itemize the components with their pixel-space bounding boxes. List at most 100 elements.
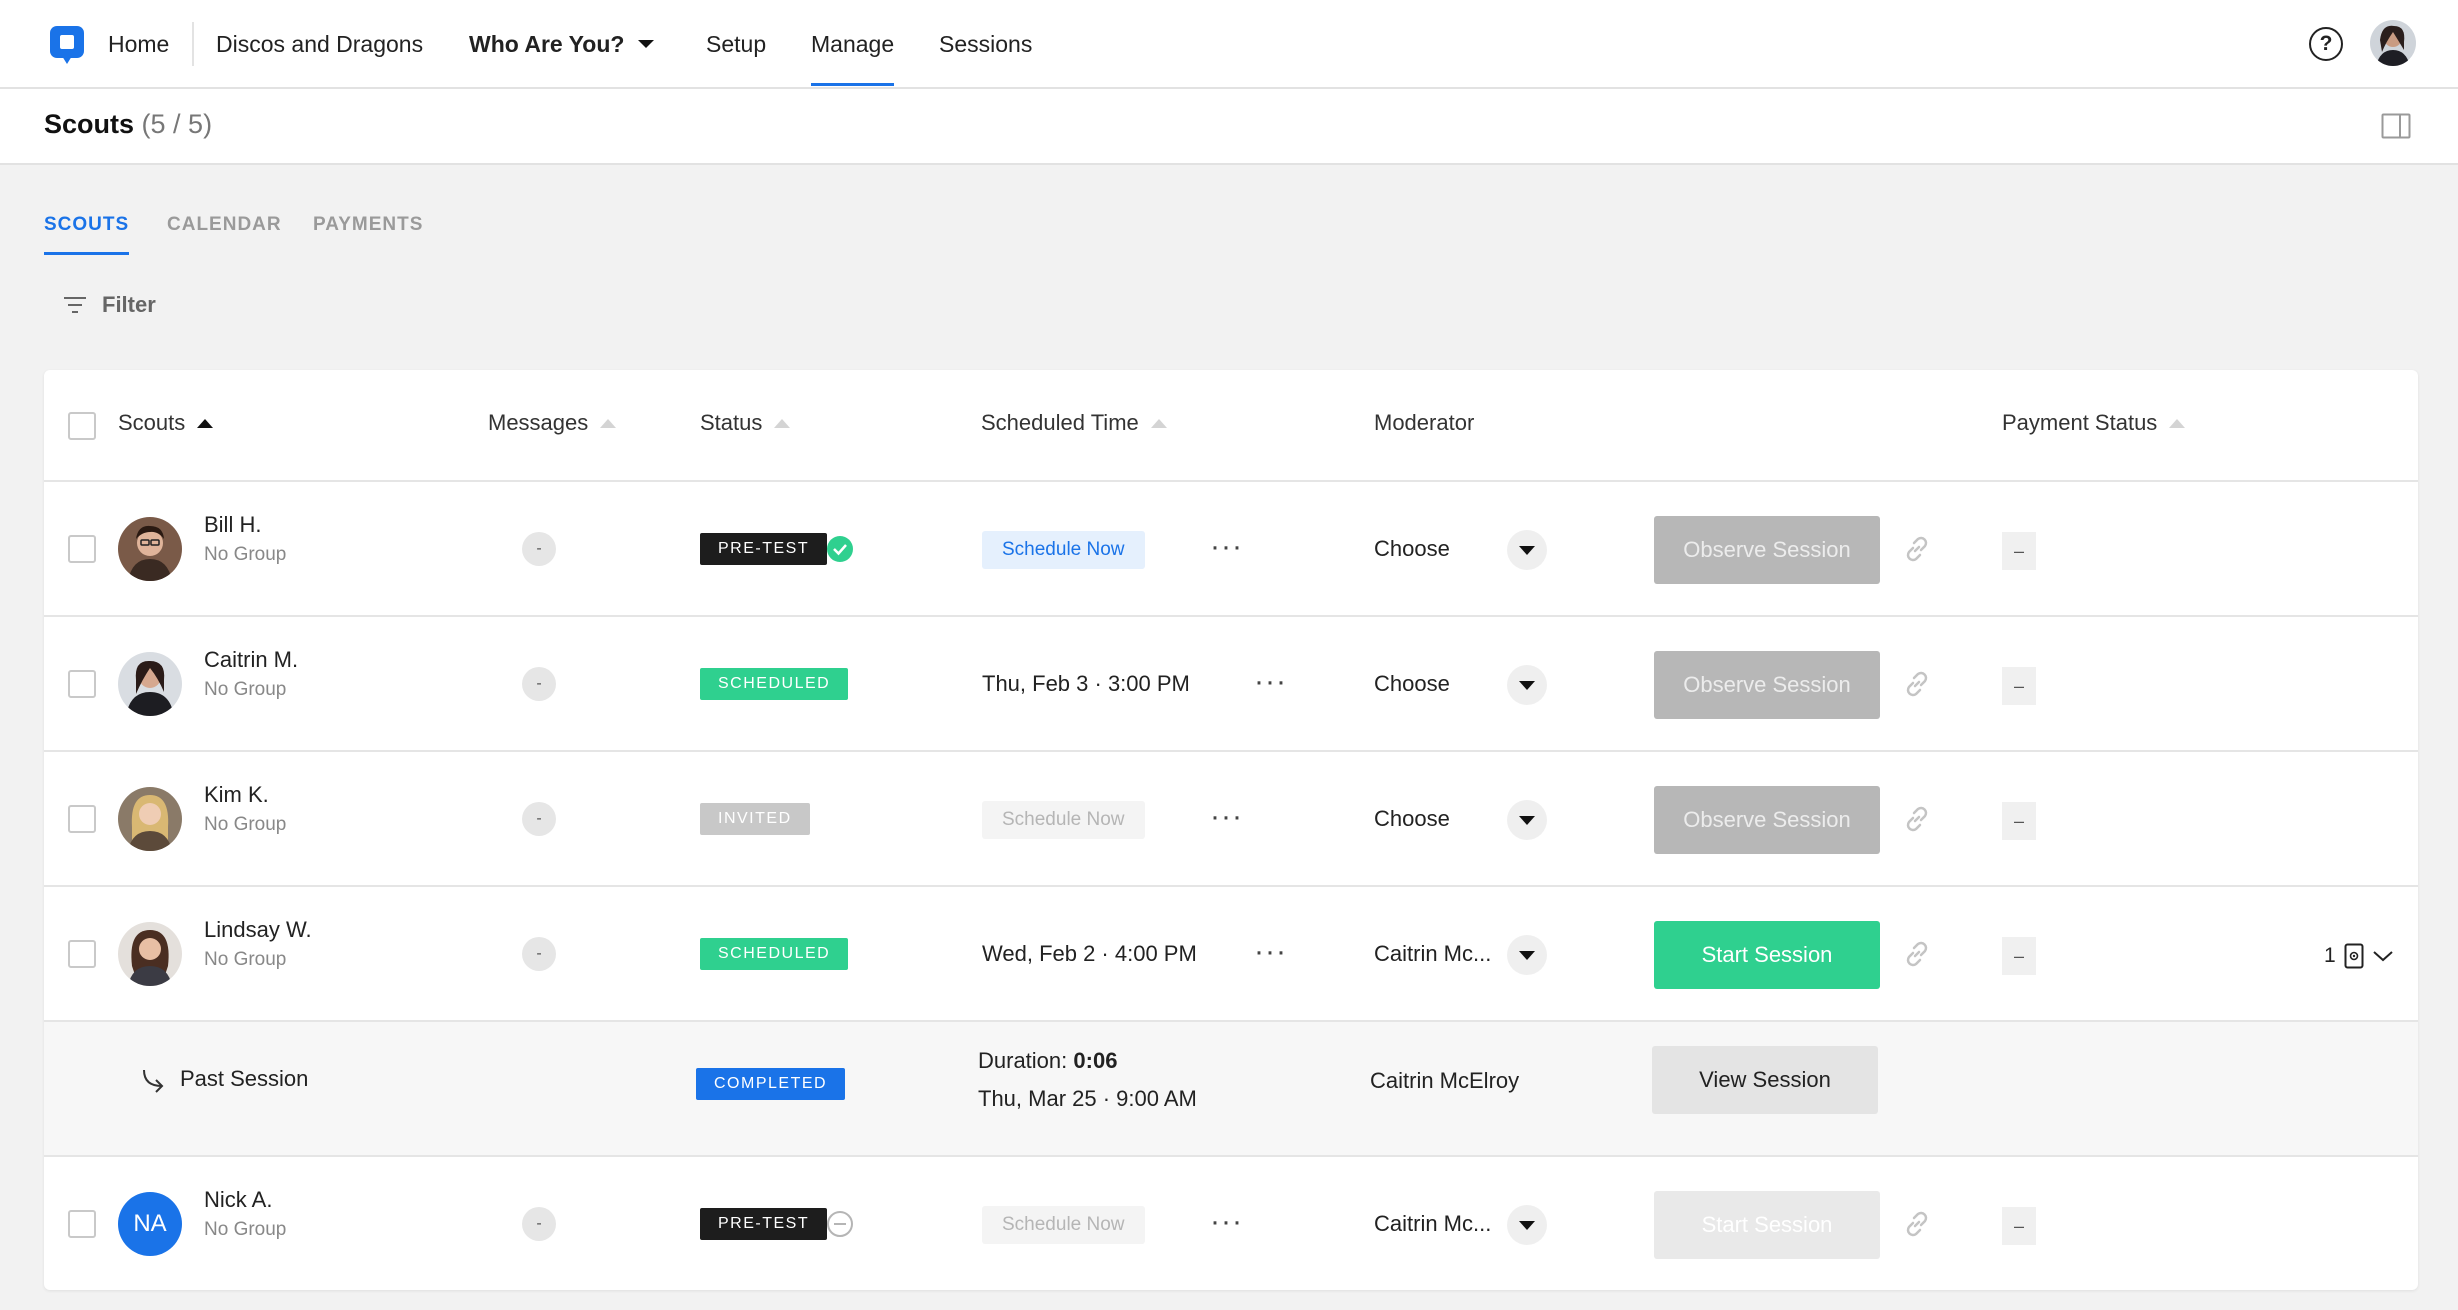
- row-checkbox[interactable]: [68, 940, 96, 968]
- filter-button[interactable]: Filter: [64, 292, 156, 318]
- avatar: NA: [118, 1192, 182, 1256]
- start-session-button[interactable]: Start Session: [1654, 1191, 1880, 1259]
- nav-sessions[interactable]: Sessions: [939, 0, 1032, 88]
- link-icon[interactable]: [1902, 939, 1932, 969]
- messages-count[interactable]: -: [522, 532, 556, 566]
- view-session-button[interactable]: View Session: [1652, 1046, 1878, 1114]
- messages-count[interactable]: -: [522, 937, 556, 971]
- col-scheduled-time[interactable]: Scheduled Time: [981, 410, 1167, 436]
- sort-asc-icon: [197, 418, 214, 428]
- observe-session-button[interactable]: Observe Session: [1654, 786, 1880, 854]
- nav-project[interactable]: Discos and Dragons: [216, 0, 423, 88]
- observe-session-button[interactable]: Observe Session: [1654, 516, 1880, 584]
- row-checkbox[interactable]: [68, 535, 96, 563]
- pending-circle-icon: [827, 1211, 853, 1237]
- chevron-down-icon: [1519, 680, 1535, 690]
- avatar: [118, 787, 182, 851]
- more-options-icon[interactable]: ···: [1210, 802, 1243, 832]
- table-row: NA Nick A. No Group - PRE-TEST Schedule …: [44, 1157, 2418, 1290]
- table-row: Caitrin M. No Group - SCHEDULED Thu, Feb…: [44, 617, 2418, 752]
- scout-group: No Group: [204, 1219, 287, 1240]
- avatar: [118, 517, 182, 581]
- session-duration: Duration: 0:06: [978, 1048, 1117, 1074]
- nav-setup[interactable]: Setup: [706, 0, 766, 88]
- tab-calendar[interactable]: CALENDAR: [167, 214, 282, 252]
- scout-name[interactable]: Bill H.: [204, 512, 261, 538]
- nav-study-selector[interactable]: Who Are You?: [469, 0, 656, 88]
- row-checkbox[interactable]: [68, 670, 96, 698]
- scout-group: No Group: [204, 814, 287, 835]
- link-icon[interactable]: [1902, 1209, 1932, 1239]
- col-status-label: Status: [700, 410, 763, 435]
- col-payment-status[interactable]: Payment Status: [2002, 410, 2186, 436]
- col-messages[interactable]: Messages: [488, 410, 617, 436]
- payment-status: –: [2002, 532, 2036, 570]
- nav-study-label: Who Are You?: [469, 30, 625, 57]
- schedule-now-button[interactable]: Schedule Now: [982, 531, 1145, 569]
- col-moderator-label: Moderator: [1374, 410, 1475, 435]
- nav-divider: [192, 22, 194, 66]
- schedule-now-button[interactable]: Schedule Now: [982, 1206, 1145, 1244]
- observe-session-button[interactable]: Observe Session: [1654, 651, 1880, 719]
- col-status[interactable]: Status: [700, 410, 791, 436]
- start-session-button[interactable]: Start Session: [1654, 921, 1880, 989]
- link-icon[interactable]: [1902, 804, 1932, 834]
- tab-payments[interactable]: PAYMENTS: [313, 214, 423, 252]
- moderator-dropdown[interactable]: [1507, 935, 1547, 975]
- col-payment-status-label: Payment Status: [2002, 410, 2158, 435]
- payment-status: –: [2002, 937, 2036, 975]
- col-scouts[interactable]: Scouts: [118, 410, 214, 436]
- more-options-icon[interactable]: ···: [1254, 937, 1287, 967]
- row-checkbox[interactable]: [68, 1210, 96, 1238]
- status-badge: PRE-TEST: [700, 533, 828, 565]
- sub-arrow-icon: [143, 1069, 164, 1093]
- payment-status: –: [2002, 667, 2036, 705]
- status-badge: SCHEDULED: [700, 668, 849, 700]
- session-count: 1: [2324, 944, 2336, 967]
- app-logo-icon[interactable]: [50, 26, 84, 64]
- chevron-down-icon: [638, 40, 655, 48]
- sessions-expand-toggle[interactable]: 1: [2324, 943, 2394, 969]
- table-row: Bill H. No Group - PRE-TEST Schedule Now…: [44, 482, 2418, 617]
- nav-manage[interactable]: Manage: [811, 0, 895, 88]
- scout-name[interactable]: Nick A.: [204, 1187, 272, 1213]
- link-icon[interactable]: [1902, 669, 1932, 699]
- link-icon[interactable]: [1902, 534, 1932, 564]
- messages-count[interactable]: -: [522, 667, 556, 701]
- scheduled-time: Wed, Feb 2 · 4:00 PM: [982, 941, 1197, 966]
- moderator-dropdown[interactable]: [1507, 665, 1547, 705]
- moderator-dropdown[interactable]: [1507, 1205, 1547, 1245]
- status-badge: PRE-TEST: [700, 1208, 828, 1240]
- messages-count[interactable]: -: [522, 802, 556, 836]
- chevron-down-icon: [1519, 545, 1535, 555]
- messages-count[interactable]: -: [522, 1207, 556, 1241]
- side-panel-icon[interactable]: [2381, 113, 2411, 139]
- more-options-icon[interactable]: ···: [1210, 532, 1243, 562]
- page-title: Scouts (5 / 5): [44, 109, 212, 140]
- select-all-checkbox[interactable]: [68, 412, 96, 440]
- col-messages-label: Messages: [488, 410, 589, 435]
- col-moderator: Moderator: [1374, 410, 1474, 436]
- more-options-icon[interactable]: ···: [1210, 1207, 1243, 1237]
- payment-status: –: [2002, 1207, 2036, 1245]
- tab-scouts[interactable]: SCOUTS: [44, 214, 130, 255]
- sort-icon: [2169, 418, 2186, 428]
- payment-status: –: [2002, 802, 2036, 840]
- session-device-icon: [2344, 943, 2364, 969]
- more-options-icon[interactable]: ···: [1254, 667, 1287, 697]
- scout-name[interactable]: Kim K.: [204, 782, 269, 808]
- nav-home[interactable]: Home: [108, 0, 169, 88]
- row-checkbox[interactable]: [68, 805, 96, 833]
- table-row: Lindsay W. No Group - SCHEDULED Wed, Feb…: [44, 887, 2418, 1022]
- scout-group: No Group: [204, 544, 287, 565]
- help-icon[interactable]: ?: [2309, 27, 2343, 61]
- scout-name[interactable]: Lindsay W.: [204, 917, 312, 943]
- filter-icon: [64, 297, 86, 313]
- moderator-dropdown[interactable]: [1507, 800, 1547, 840]
- schedule-now-button[interactable]: Schedule Now: [982, 801, 1145, 839]
- chevron-down-icon: [1519, 815, 1535, 825]
- scout-name[interactable]: Caitrin M.: [204, 647, 298, 673]
- moderator-dropdown[interactable]: [1507, 530, 1547, 570]
- user-avatar[interactable]: [2370, 20, 2416, 66]
- duration-label: Duration:: [978, 1048, 1068, 1073]
